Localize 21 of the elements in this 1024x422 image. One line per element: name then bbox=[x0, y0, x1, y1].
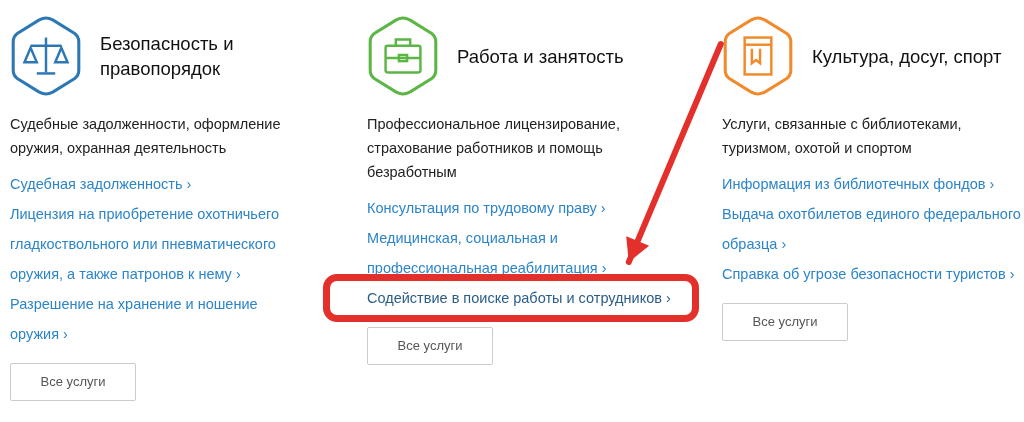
category-description: Судебные задолженности, оформление оружия, охранная деятельность bbox=[10, 115, 282, 158]
service-link[interactable]: Разрешение на хранение и ношение оружия › bbox=[10, 289, 290, 349]
service-link[interactable]: Выдача охотбилетов единого федерального образца › bbox=[722, 199, 1022, 259]
category-description: Услуги, связанные с библиотеками, туризмом, охотой и спортом bbox=[722, 115, 963, 158]
service-link[interactable]: Судебная задолженность › bbox=[10, 169, 290, 199]
category-title: Культура, досуг, спорт bbox=[812, 44, 1002, 69]
category-title: Безопасность и правопорядок bbox=[100, 32, 235, 81]
service-link[interactable]: Консультация по трудовому праву › bbox=[367, 193, 667, 223]
book-icon bbox=[743, 36, 773, 76]
briefcase-icon bbox=[384, 38, 422, 74]
category-title: Работа и занятость bbox=[457, 44, 624, 69]
service-link[interactable]: Информация из библиотечных фондов › bbox=[722, 169, 1022, 199]
all-services-button[interactable]: Все услуги bbox=[10, 363, 136, 401]
service-link[interactable]: Справка об угрозе безопасности туристов › bbox=[722, 259, 1022, 289]
category-description: Профессиональное лицензирование, страхование работников и помощь безработным bbox=[367, 115, 621, 182]
service-link[interactable]: Лицензия на приобретение охотничьего гладкоствольного или пневматического оружия, а также патронов к нему › bbox=[10, 199, 290, 289]
service-link[interactable]: Медицинская, социальная и профессиональная реабилитация › bbox=[367, 223, 667, 283]
all-services-button[interactable]: Все услуги bbox=[722, 303, 848, 341]
scales-icon bbox=[22, 37, 70, 75]
service-link[interactable]: Содействие в поиске работы и сотрудников › bbox=[367, 283, 671, 313]
all-services-button[interactable]: Все услуги bbox=[367, 327, 493, 365]
